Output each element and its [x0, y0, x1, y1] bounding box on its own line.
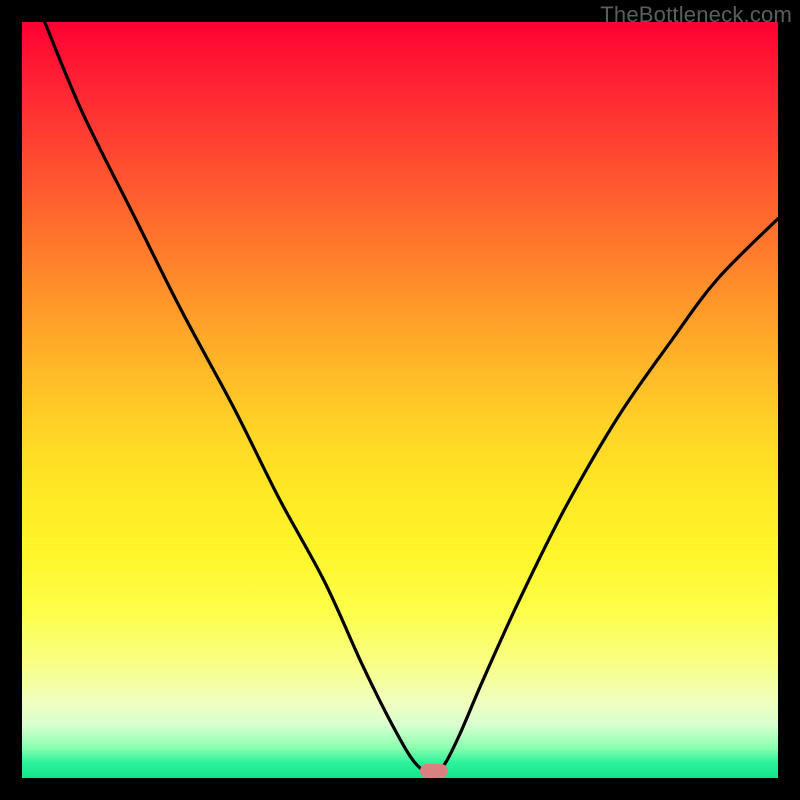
chart-stage: TheBottleneck.com: [0, 0, 800, 800]
curve-path: [45, 22, 778, 774]
plot-area: [22, 22, 778, 778]
minimum-marker: [420, 764, 448, 778]
bottleneck-curve: [22, 22, 778, 778]
watermark-text: TheBottleneck.com: [600, 2, 792, 28]
